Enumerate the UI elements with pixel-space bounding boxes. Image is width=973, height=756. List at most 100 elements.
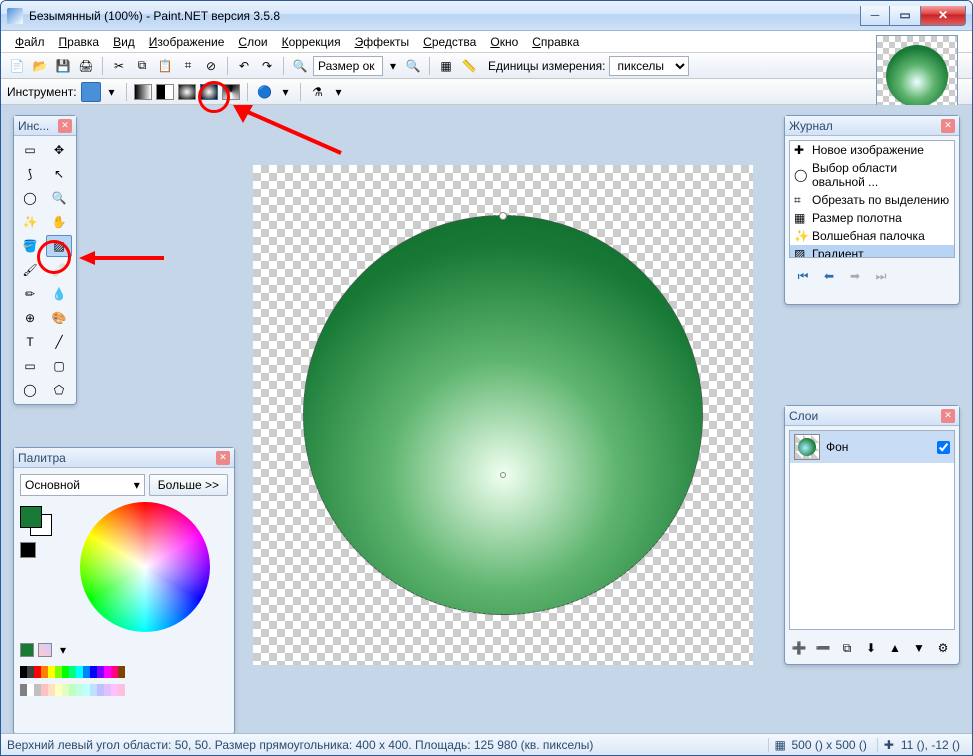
palette-color[interactable] [111,666,118,678]
sphere-shape[interactable] [303,215,703,615]
palette-close[interactable]: ✕ [216,451,230,465]
blend-dropdown[interactable]: ▾ [332,82,346,102]
tool-wand[interactable]: ✨ [17,211,43,233]
gradient-center-handle[interactable] [500,472,506,478]
menu-window[interactable]: Окно [484,33,524,51]
palette-color[interactable] [41,684,48,696]
history-last[interactable]: ⏭ [871,266,891,286]
layer-visible-checkbox[interactable] [937,441,950,454]
history-item[interactable]: ◯Выбор области овальной ... [790,159,954,191]
tool-roundrect[interactable]: ▢ [46,355,72,377]
history-item[interactable]: ▨Градиент [790,245,954,258]
gradient-conical[interactable] [222,84,240,100]
history-item[interactable]: ✚Новое изображение [790,141,954,159]
color-swatches[interactable] [20,506,52,534]
palette-menu[interactable]: ▾ [56,640,70,660]
menu-image[interactable]: Изображение [143,33,231,51]
color-wheel[interactable] [80,502,210,632]
gradient-radial-selected[interactable] [200,84,218,100]
menu-view[interactable]: Вид [107,33,141,51]
gradient-diamond[interactable] [178,84,196,100]
palette-picker-icon[interactable] [38,643,52,657]
palette-color[interactable] [76,666,83,678]
tool-zoom[interactable]: 🔍 [46,187,72,209]
layer-dup[interactable]: ⧉ [837,638,857,658]
print-button[interactable]: 🖨 [76,56,96,76]
tool-pencil[interactable]: ✏ [17,283,43,305]
tool-dropdown[interactable]: ▾ [105,82,119,102]
tool-line[interactable]: ╱ [46,331,72,353]
layer-item-bg[interactable]: Фон [790,431,954,463]
gradient-edge-handle[interactable] [499,212,507,220]
palette-color[interactable] [27,684,34,696]
tool-ellipse-select[interactable]: ◯ [17,187,43,209]
palette-color[interactable] [69,684,76,696]
titlebar[interactable]: Безымянный (100%) - Paint.NET версия 3.5… [1,1,972,31]
palette-color[interactable] [111,684,118,696]
tool-rect[interactable]: ▭ [17,355,43,377]
color-mode-dropdown[interactable]: ▾ [279,82,293,102]
tool-recolor[interactable]: 🎨 [46,307,72,329]
open-button[interactable]: 📂 [30,56,50,76]
tool-gradient-selected[interactable]: ▨ [46,235,72,257]
color-mode-icon[interactable]: 🔵 [255,82,275,102]
palette-color[interactable] [90,666,97,678]
tools-panel-close[interactable]: ✕ [58,119,72,133]
tool-rect-select[interactable]: ▭ [17,139,43,161]
history-item[interactable]: ▦Размер полотна [790,209,954,227]
history-panel-title[interactable]: Журнал ✕ [785,116,959,136]
minimize-button[interactable]: ─ [860,6,890,26]
tools-panel-title[interactable]: Инс... ✕ [14,116,76,136]
palette-mode-select[interactable]: Основной▾ [20,474,145,496]
paste-button[interactable]: 📋 [155,56,175,76]
units-select[interactable]: пикселы [609,56,689,76]
close-button[interactable]: ✕ [920,6,966,26]
palette-panel-title[interactable]: Палитра ✕ [14,448,234,468]
tool-bucket[interactable]: 🪣 [17,235,43,257]
palette-color[interactable] [90,684,97,696]
palette-more-button[interactable]: Больше >> [149,474,228,496]
layer-add[interactable]: ➕ [789,638,809,658]
palette-color[interactable] [55,666,62,678]
menu-adjust[interactable]: Коррекция [276,33,347,51]
menu-effects[interactable]: Эффекты [349,33,416,51]
layer-delete[interactable]: ➖ [813,638,833,658]
palette-color[interactable] [118,666,125,678]
tool-ellipse[interactable]: ◯ [17,379,43,401]
undo-button[interactable]: ↶ [234,56,254,76]
fore-color[interactable] [20,506,42,528]
palette-color[interactable] [83,666,90,678]
history-item[interactable]: ✨Волшебная палочка [790,227,954,245]
tool-text[interactable]: T [17,331,43,353]
layer-merge[interactable]: ⬇ [861,638,881,658]
ruler-button[interactable]: 📏 [459,56,479,76]
tool-picker[interactable]: 💧 [46,283,72,305]
crop-button[interactable]: ⌗ [178,56,198,76]
palette-color[interactable] [48,684,55,696]
maximize-button[interactable]: ▭ [890,6,920,26]
palette-color[interactable] [20,684,27,696]
menu-help[interactable]: Справка [526,33,585,51]
palette-color[interactable] [27,666,34,678]
cut-button[interactable]: ✂ [109,56,129,76]
tool-pan[interactable]: ✋ [46,211,72,233]
palette-color[interactable] [104,666,111,678]
history-item[interactable]: ⌗Обрезать по выделению [790,191,954,209]
zoom-out-icon[interactable]: 🔍 [290,56,310,76]
gradient-linear[interactable] [134,84,152,100]
menu-edit[interactable]: Правка [53,33,106,51]
new-button[interactable]: 📄 [7,56,27,76]
palette-color[interactable] [104,684,111,696]
layer-props[interactable]: ⚙ [933,638,953,658]
palette-color[interactable] [83,684,90,696]
palette-color[interactable] [62,666,69,678]
palette-strip[interactable] [20,666,228,678]
palette-color[interactable] [34,684,41,696]
layers-close[interactable]: ✕ [941,409,955,423]
palette-color[interactable] [97,684,104,696]
history-first[interactable]: ⏮ [793,266,813,286]
menu-file[interactable]: Файл [9,33,51,51]
layer-up[interactable]: ▲ [885,638,905,658]
palette-color[interactable] [20,666,27,678]
palette-color[interactable] [48,666,55,678]
